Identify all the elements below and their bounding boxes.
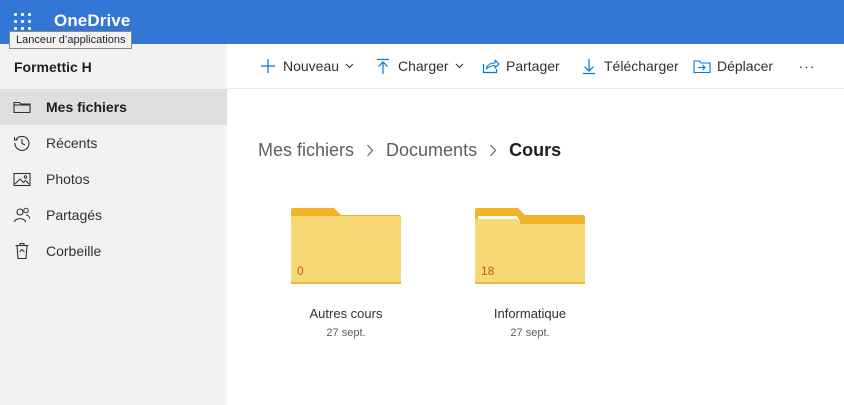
command-bar: Nouveau Charger Partager Télécharger Dép… — [227, 44, 844, 89]
user-name: Formettic H — [14, 59, 92, 75]
chevron-down-icon — [345, 63, 354, 69]
item-count: 0 — [297, 264, 304, 278]
sidebar-item-label: Récents — [46, 135, 98, 151]
folder-date: 27 sept. — [510, 327, 550, 339]
item-count: 18 — [481, 264, 495, 278]
clock-icon — [12, 133, 32, 153]
folder-tile[interactable]: 0 Autres cours 27 sept. — [258, 206, 408, 346]
new-button-label: Nouveau — [283, 58, 340, 74]
upload-button-label: Charger — [398, 58, 449, 74]
more-options-icon[interactable]: ··· — [795, 44, 819, 88]
move-button[interactable]: Déplacer — [693, 44, 773, 88]
trash-icon — [12, 241, 32, 261]
share-button[interactable]: Partager — [482, 44, 560, 88]
sidebar-item-my-files[interactable]: Mes fichiers — [0, 89, 227, 125]
download-button[interactable]: Télécharger — [580, 44, 679, 88]
chevron-down-icon — [455, 63, 464, 69]
chevron-right-icon — [489, 144, 497, 157]
share-icon — [482, 57, 500, 75]
breadcrumb-current: Cours — [509, 140, 562, 160]
sidebar-item-label: Partagés — [46, 207, 103, 223]
sidebar-item-label: Photos — [46, 171, 90, 187]
sidebar-item-label: Corbeille — [46, 243, 102, 259]
move-icon — [693, 57, 711, 75]
plus-icon — [259, 57, 277, 75]
left-nav: Formettic H Mes fichiers Récents Photos … — [0, 44, 227, 405]
breadcrumb-item[interactable]: Documents — [386, 140, 477, 161]
image-icon — [12, 169, 32, 189]
folder-tile[interactable]: 18 Informatique 27 sept. — [442, 206, 592, 346]
people-icon — [12, 205, 32, 225]
sidebar-item-recent[interactable]: Récents — [0, 125, 227, 161]
sidebar-item-shared[interactable]: Partagés — [0, 197, 227, 233]
sidebar-item-photos[interactable]: Photos — [0, 161, 227, 197]
breadcrumb: Mes fichiers Documents Cours — [258, 140, 561, 161]
upload-button[interactable]: Charger — [374, 44, 464, 88]
more-options-label: ··· — [798, 58, 816, 74]
sidebar-item-recycle-bin[interactable]: Corbeille — [0, 233, 227, 269]
app-launcher-tooltip: Lanceur d’applications — [9, 31, 133, 49]
download-button-label: Télécharger — [604, 58, 679, 74]
new-button[interactable]: Nouveau — [259, 44, 354, 88]
download-icon — [580, 57, 598, 75]
folder-name[interactable]: Autres cours — [258, 306, 434, 321]
upload-icon — [374, 57, 392, 75]
chevron-right-icon — [366, 144, 374, 157]
folder-icon — [291, 208, 401, 284]
sidebar-item-label: Mes fichiers — [46, 99, 127, 115]
folder-name[interactable]: Informatique — [442, 306, 618, 321]
share-button-label: Partager — [506, 58, 560, 74]
breadcrumb-item[interactable]: Mes fichiers — [258, 140, 354, 161]
folder-icon — [12, 97, 32, 117]
move-button-label: Déplacer — [717, 58, 774, 74]
app-title[interactable]: OneDrive — [54, 11, 130, 31]
folder-date: 27 sept. — [326, 327, 366, 339]
